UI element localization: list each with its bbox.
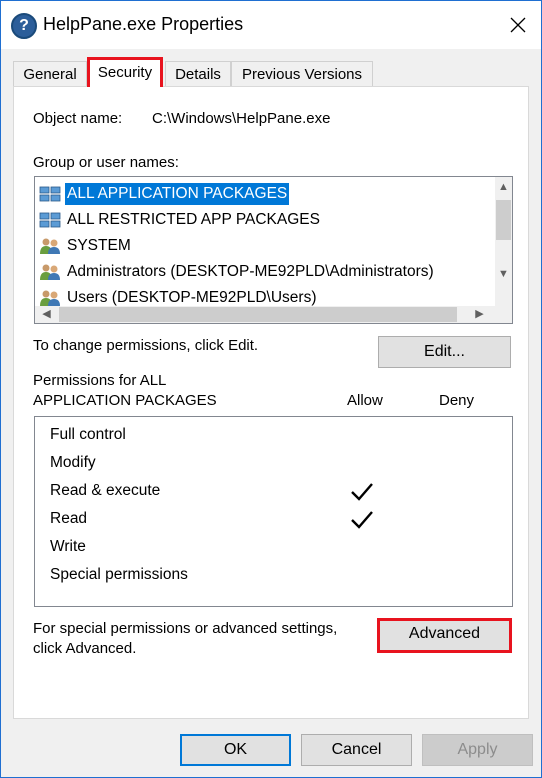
group-user-list[interactable]: ALL APPLICATION PACKAGES ALL RESTRICTED …	[34, 176, 513, 324]
scroll-up-icon[interactable]: ▲	[495, 179, 512, 196]
permission-modify: Modify	[50, 454, 96, 471]
scroll-right-icon[interactable]: ▶	[471, 306, 488, 323]
edit-button[interactable]: Edit...	[378, 336, 511, 368]
allow-check-icon	[351, 483, 373, 501]
permissions-for-label-line2: APPLICATION PACKAGES	[33, 392, 217, 409]
scrollbar-corner	[495, 306, 512, 323]
close-icon	[510, 17, 526, 33]
permission-write: Write	[50, 538, 86, 555]
tab-general[interactable]: General	[13, 61, 87, 86]
scroll-left-icon[interactable]: ◀	[38, 306, 55, 323]
permission-read-execute: Read & execute	[50, 482, 161, 499]
title-bar[interactable]: ? HelpPane.exe Properties	[1, 1, 541, 49]
tab-security[interactable]: Security	[87, 57, 163, 87]
window-title: HelpPane.exe Properties	[43, 14, 244, 34]
list-item-all-application-packages[interactable]: ALL APPLICATION PACKAGES	[39, 181, 489, 206]
vertical-scroll-thumb[interactable]	[496, 200, 511, 240]
tab-details[interactable]: Details	[165, 61, 231, 86]
permission-read: Read	[50, 510, 88, 527]
list-item-system[interactable]: SYSTEM	[39, 233, 489, 258]
scroll-down-icon[interactable]: ▼	[495, 266, 512, 283]
allow-column-header: Allow	[347, 392, 383, 409]
advanced-hint-line1: For special permissions or advanced sett…	[33, 620, 338, 637]
users-group-icon	[40, 238, 60, 254]
tab-previous-versions[interactable]: Previous Versions	[231, 61, 373, 86]
permissions-for-label-line1: Permissions for ALL	[33, 372, 167, 389]
apply-button[interactable]: Apply	[422, 734, 533, 766]
list-item-label: SYSTEM	[67, 236, 131, 254]
object-name-value: C:\Windows\HelpPane.exe	[152, 110, 331, 127]
allow-check-icon	[351, 511, 373, 529]
list-item-administrators[interactable]: Administrators (DESKTOP-ME92PLD\Administ…	[39, 259, 489, 284]
list-item-label: ALL RESTRICTED APP PACKAGES	[67, 210, 320, 228]
permissions-list: Full control Modify Read & execute Read …	[34, 416, 513, 607]
users-group-icon	[40, 264, 60, 280]
horizontal-scrollbar[interactable]: ◀ ▶	[35, 306, 495, 323]
list-item-label: ALL APPLICATION PACKAGES	[65, 182, 290, 205]
permission-special: Special permissions	[50, 566, 188, 583]
list-item-label: Administrators (DESKTOP-ME92PLD\Administ…	[67, 262, 434, 280]
change-permissions-hint: To change permissions, click Edit.	[33, 337, 259, 354]
help-question-icon: ?	[11, 13, 37, 39]
permission-full-control: Full control	[50, 426, 126, 443]
group-user-names-label: Group or user names:	[33, 154, 179, 171]
security-panel: Object name: C:\Windows\HelpPane.exe Gro…	[13, 86, 529, 719]
users-group-icon	[40, 290, 60, 306]
list-item-all-restricted-app-packages[interactable]: ALL RESTRICTED APP PACKAGES	[39, 207, 489, 232]
advanced-hint-line2: click Advanced.	[33, 640, 137, 657]
properties-window: ? HelpPane.exe Properties General Securi…	[0, 0, 542, 778]
app-packages-icon	[39, 212, 61, 227]
advanced-button[interactable]: Advanced	[377, 618, 512, 653]
close-button[interactable]	[495, 1, 541, 49]
horizontal-scroll-thumb[interactable]	[59, 307, 457, 322]
vertical-scrollbar[interactable]: ▲ ▼	[495, 177, 512, 306]
object-name-label: Object name:	[33, 110, 123, 127]
cancel-button[interactable]: Cancel	[301, 734, 412, 766]
app-packages-icon	[39, 186, 61, 201]
ok-button[interactable]: OK	[180, 734, 291, 766]
deny-column-header: Deny	[439, 392, 475, 409]
